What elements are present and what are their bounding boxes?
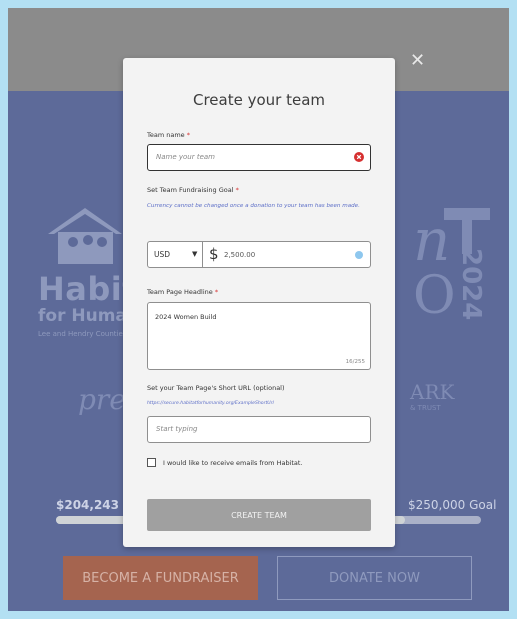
donate-now-button[interactable]: DONATE NOW: [277, 556, 472, 600]
email-optin-checkbox[interactable]: [147, 458, 156, 467]
currency-hint: Currency cannot be changed once a donati…: [147, 203, 360, 209]
team-name-label: Team name *: [147, 131, 190, 139]
become-fundraiser-button[interactable]: BECOME A FUNDRAISER: [63, 556, 258, 600]
email-optin-label[interactable]: I would like to receive emails from Habi…: [163, 459, 303, 467]
create-team-modal: Create your team Team name * Name your t…: [123, 58, 395, 547]
goal-amount: $250,000 Goal: [408, 498, 497, 512]
team-name-label-text: Team name: [147, 131, 185, 139]
background-script-o: O: [413, 266, 456, 326]
org-name-line3: Lee and Hendry Counties: [38, 330, 127, 338]
info-icon: [355, 251, 363, 259]
headline-textarea[interactable]: 2024 Women Build 16/255: [147, 302, 371, 370]
event-year: 2024: [456, 248, 486, 321]
currency-symbol: $: [209, 245, 219, 263]
team-name-placeholder: Name your team: [156, 153, 216, 161]
goal-input-group: USD ▼ $ 2,500.00: [147, 241, 371, 268]
headline-value: 2024 Women Build: [155, 313, 217, 321]
habitat-house-icon: [48, 208, 122, 264]
headline-label-text: Team Page Headline: [147, 288, 213, 296]
required-mark: *: [214, 288, 219, 296]
error-icon: [354, 152, 364, 162]
goal-label-text: Set Team Fundraising Goal: [147, 186, 234, 194]
team-name-input[interactable]: Name your team: [147, 144, 371, 171]
short-url-hint: https://secure.habitatforhumanity.org/Ex…: [147, 401, 274, 406]
character-counter: 16/255: [345, 359, 365, 365]
short-url-placeholder: Start typing: [156, 425, 198, 433]
chevron-down-icon[interactable]: ▼: [192, 250, 197, 258]
sponsor-name: ARK: [410, 380, 455, 404]
background-script-letter: n: [413, 206, 451, 274]
short-url-input[interactable]: Start typing: [147, 416, 371, 443]
required-mark: *: [235, 186, 239, 194]
currency-divider: [202, 242, 203, 267]
create-team-button[interactable]: CREATE TEAM: [147, 499, 371, 531]
short-url-label: Set your Team Page's Short URL (optional…: [147, 384, 285, 392]
currency-select[interactable]: USD: [154, 250, 170, 259]
sponsor-subtitle: & TRUST: [410, 404, 441, 412]
required-mark: *: [186, 131, 191, 139]
goal-label: Set Team Fundraising Goal *: [147, 186, 239, 194]
close-icon[interactable]: ✕: [410, 52, 425, 70]
modal-title: Create your team: [192, 91, 326, 109]
goal-amount-input[interactable]: 2,500.00: [224, 251, 255, 259]
headline-label: Team Page Headline *: [147, 288, 218, 296]
